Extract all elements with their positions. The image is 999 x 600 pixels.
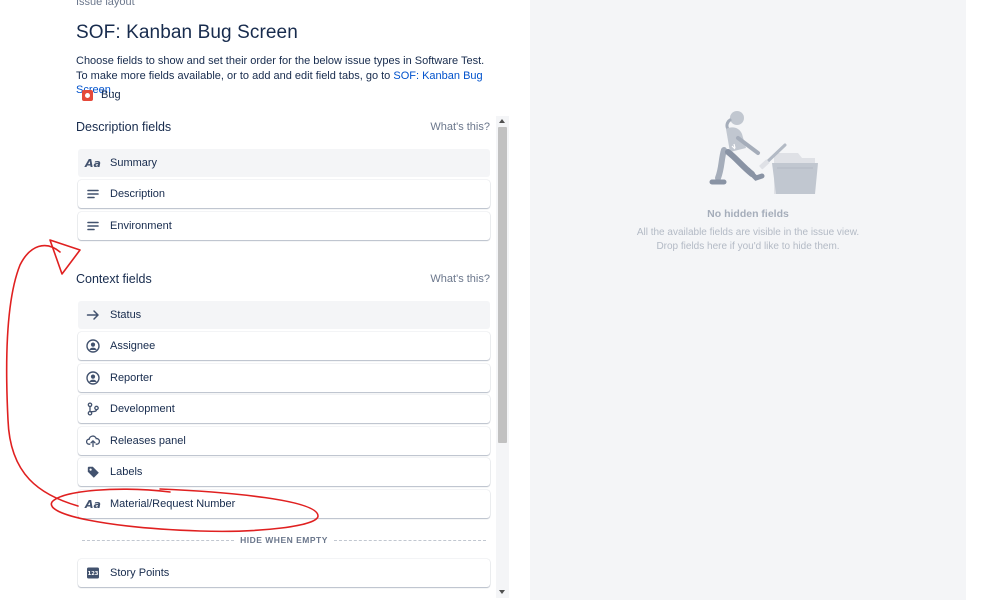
hide-when-empty-divider: HIDE WHEN EMPTY xyxy=(82,535,486,545)
issue-type-label: Bug xyxy=(101,89,121,101)
bug-icon xyxy=(82,89,93,101)
field-label: Development xyxy=(110,403,175,415)
field-summary[interactable]: Aa Summary xyxy=(78,149,490,177)
empty-state-illustration xyxy=(709,111,818,194)
whats-this-link[interactable]: What's this? xyxy=(430,121,490,133)
field-label: Status xyxy=(110,309,142,321)
context-fields-header: Context fields What's this? xyxy=(76,272,490,286)
field-label: Story Points xyxy=(110,567,170,579)
field-story-points[interactable]: 123 Story Points xyxy=(78,559,490,587)
text-aa-icon: Aa xyxy=(85,497,101,511)
issue-type: Bug xyxy=(82,89,121,101)
field-label: Releases panel xyxy=(110,435,186,447)
arrow-right-icon xyxy=(86,308,100,322)
no-hidden-fields-title: No hidden fields xyxy=(707,208,789,220)
field-reporter[interactable]: Reporter xyxy=(78,364,490,392)
text-aa-icon: Aa xyxy=(85,156,101,170)
person-circle-icon xyxy=(86,371,100,385)
hidden-fields-panel[interactable]: No hidden fields All the available field… xyxy=(530,0,966,600)
person-circle-icon xyxy=(86,339,100,353)
field-label: Labels xyxy=(110,466,143,478)
page-description: Choose fields to show and set their orde… xyxy=(76,54,496,98)
scroll-down-arrow[interactable] xyxy=(499,590,505,594)
divider-label: HIDE WHEN EMPTY xyxy=(240,535,328,545)
svg-text:123: 123 xyxy=(88,571,99,577)
field-label: Summary xyxy=(110,157,158,169)
description-fields-title: Description fields xyxy=(76,120,172,134)
breadcrumb[interactable]: Issue layout xyxy=(76,0,135,8)
paragraph-icon xyxy=(86,187,100,201)
whats-this-link[interactable]: What's this? xyxy=(430,273,490,285)
fields-list: Description fields What's this? Aa Summa… xyxy=(70,114,510,600)
branch-icon xyxy=(86,402,100,416)
no-hidden-line-2: Drop fields here if you'd like to hide t… xyxy=(656,241,840,252)
field-description[interactable]: Description xyxy=(78,180,490,208)
cloud-upload-icon xyxy=(86,434,100,448)
vertical-scrollbar[interactable] xyxy=(496,116,509,598)
field-status[interactable]: Status xyxy=(78,301,490,329)
no-hidden-fields-description: All the available fields are visible in … xyxy=(530,226,966,254)
field-label: Material/Request Number xyxy=(110,498,236,510)
divider-line xyxy=(333,539,486,541)
field-material-request-number[interactable]: Aa Material/Request Number xyxy=(78,490,490,518)
field-releases-panel[interactable]: Releases panel xyxy=(78,427,490,455)
tag-icon xyxy=(86,465,100,479)
paragraph-icon xyxy=(86,219,100,233)
no-hidden-line-1: All the available fields are visible in … xyxy=(636,227,860,238)
scrollbar-thumb[interactable] xyxy=(498,127,507,443)
field-development[interactable]: Development xyxy=(78,395,490,423)
field-environment[interactable]: Environment xyxy=(78,212,490,240)
description-fields-header: Description fields What's this? xyxy=(76,120,490,134)
scroll-up-arrow[interactable] xyxy=(499,119,505,123)
page-title: SOF: Kanban Bug Screen xyxy=(76,22,298,43)
field-label: Description xyxy=(110,188,166,200)
field-labels[interactable]: Labels xyxy=(78,458,490,486)
context-fields-title: Context fields xyxy=(76,272,152,286)
number-123-icon: 123 xyxy=(86,566,100,580)
field-assignee[interactable]: Assignee xyxy=(78,332,490,360)
field-label: Reporter xyxy=(110,372,153,384)
field-label: Assignee xyxy=(110,340,156,352)
divider-line xyxy=(82,539,235,541)
field-label: Environment xyxy=(110,220,172,232)
